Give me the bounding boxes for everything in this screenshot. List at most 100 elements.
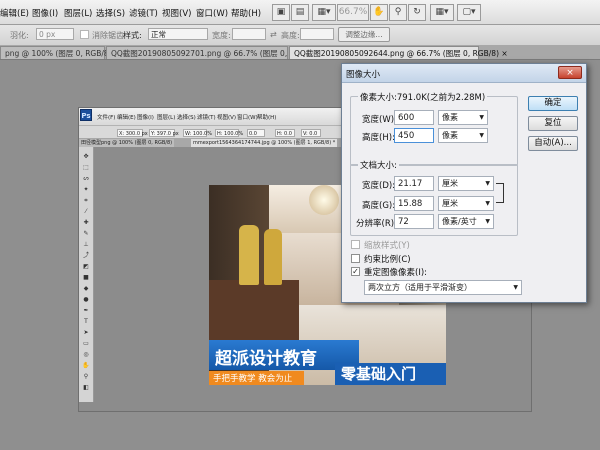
pixel-height-unit-select[interactable]: 像素 ▼ bbox=[438, 128, 488, 143]
pixel-width-input[interactable]: 600 bbox=[394, 110, 434, 125]
arrange-documents-icon[interactable]: ▦▾ bbox=[430, 4, 454, 21]
unit-label: 像素 bbox=[442, 131, 458, 140]
wand-tool-icon: ✦ bbox=[83, 186, 89, 193]
move-tool-icon: ✥ bbox=[83, 153, 89, 160]
height-label: 高度(H): bbox=[362, 133, 395, 143]
menu-edit[interactable]: 编辑(E) bbox=[0, 7, 29, 19]
feather-input[interactable]: 0 px bbox=[36, 28, 74, 40]
doc-width-unit-select[interactable]: 厘米 ▼ bbox=[438, 176, 494, 191]
inner-field: V: 0.0 bbox=[301, 129, 321, 137]
antialias-label: 消除锯齿 bbox=[92, 31, 124, 40]
inner-field: W: 100.0% bbox=[183, 129, 212, 137]
menu-filter[interactable]: 滤镜(T) bbox=[129, 7, 158, 19]
dialog-title: 图像大小 bbox=[346, 70, 381, 80]
crop-tool-icon: ⌗ bbox=[84, 197, 88, 204]
auto-button[interactable]: 自动(A)... bbox=[528, 136, 578, 151]
photo-lamp bbox=[309, 185, 339, 215]
inner-menu-item: 编辑(E) bbox=[117, 115, 136, 121]
tab-close-icon[interactable]: × bbox=[501, 49, 507, 58]
dialog-titlebar[interactable]: 图像大小 × bbox=[342, 64, 586, 83]
color-swatch-icon: ◧ bbox=[83, 384, 89, 391]
document-size-label: 文档大小: bbox=[358, 159, 399, 171]
antialias-checkbox[interactable] bbox=[80, 30, 89, 39]
swap-icon[interactable]: ⇄ bbox=[270, 30, 277, 39]
resample-checkbox[interactable]: ✓ bbox=[351, 267, 360, 276]
reset-button[interactable]: 复位 bbox=[528, 116, 578, 131]
view-extras-icon[interactable]: ▦▾ bbox=[312, 4, 336, 21]
inner-field: Y: 397.0 px bbox=[149, 129, 179, 137]
inner-tab: mmexport1564364174744.jpg @ 100% (图层 1, … bbox=[191, 139, 338, 147]
inner-menu-item: 图像(I) bbox=[137, 115, 154, 121]
doc-width-label: 宽度(D): bbox=[362, 181, 396, 191]
width-input[interactable] bbox=[232, 28, 266, 40]
history-brush-icon: ⤴ bbox=[82, 252, 89, 259]
pixel-height-input[interactable]: 450 bbox=[394, 128, 434, 143]
chain-link-icon bbox=[496, 183, 504, 203]
dropdown-arrow-icon: ▼ bbox=[479, 132, 484, 139]
inner-toolbox: ✥ ⬚ ᔕ ✦ ⌗ ⁄ ✚ ✎ ⊥ ⤴ ◩ ■ ◆ ● ✒ T ➤ ▭ ◎ ✋ … bbox=[79, 147, 94, 402]
dropdown-arrow-icon: ▼ bbox=[485, 200, 490, 207]
inner-menu-item: 图层(L) bbox=[157, 115, 176, 121]
constrain-proportions-checkbox[interactable] bbox=[351, 254, 360, 263]
inner-field: H: 0.0 bbox=[275, 129, 295, 137]
hand-icon[interactable]: ✋ bbox=[370, 4, 388, 21]
inner-field: 0.0 bbox=[247, 129, 265, 137]
tab-label: QQ截图20190805092701.png @ 66.7% (图层 0, RG… bbox=[111, 49, 316, 58]
menu-window[interactable]: 窗口(W) bbox=[196, 7, 228, 19]
menu-select[interactable]: 选择(S) bbox=[96, 7, 125, 19]
close-icon[interactable]: × bbox=[558, 66, 582, 79]
inner-menu-item: 帮助(H) bbox=[257, 115, 277, 121]
menu-image[interactable]: 图像(I) bbox=[32, 7, 58, 19]
inner-tab: 田径模型png @ 100% (图层 0, RGB/8) bbox=[79, 139, 175, 147]
scale-styles-checkbox[interactable] bbox=[351, 240, 360, 249]
doc-height-label: 高度(G): bbox=[362, 201, 396, 211]
tab-document-1[interactable]: png @ 100% (图层 0, RGB/8) × bbox=[0, 46, 120, 59]
zoom-tool-icon: ⚲ bbox=[83, 373, 89, 380]
screen-mode-icon[interactable]: ▢▾ bbox=[457, 4, 481, 21]
width-label: 宽度(W): bbox=[362, 115, 397, 125]
marquee-tool-icon: ⬚ bbox=[83, 164, 89, 171]
photo-robe bbox=[264, 229, 282, 285]
resample-label: 重定图像像素(I): bbox=[364, 268, 428, 278]
eraser-tool-icon: ◩ bbox=[83, 263, 89, 270]
rotate-icon[interactable]: ↻ bbox=[408, 4, 426, 21]
document-tab-bar: png @ 100% (图层 0, RGB/8) × QQ截图201908050… bbox=[0, 45, 600, 60]
options-bar: 羽化: 0 px 消除锯齿 样式: 正常 宽度: ⇄ 高度: 调整边缘... bbox=[0, 25, 600, 46]
menu-layer[interactable]: 图层(L) bbox=[64, 7, 92, 19]
menu-help[interactable]: 帮助(H) bbox=[231, 7, 261, 19]
blur-tool-icon: ◆ bbox=[83, 285, 89, 292]
inner-field: H: 100.0% bbox=[215, 129, 244, 137]
3d-tool-icon: ◎ bbox=[83, 351, 89, 358]
tab-label: QQ截图20190805092644.png @ 66.7% (图层 0, RG… bbox=[294, 49, 499, 58]
brush-tool-icon: ✎ bbox=[83, 230, 89, 237]
zoom-level-field[interactable]: 66.7% bbox=[337, 4, 369, 21]
resolution-input[interactable]: 72 bbox=[394, 214, 434, 229]
menu-view[interactable]: 视图(V) bbox=[162, 7, 191, 19]
stamp-tool-icon: ⊥ bbox=[83, 241, 89, 248]
lasso-tool-icon: ᔕ bbox=[83, 175, 89, 182]
resample-method-select[interactable]: 两次立方（适用于平滑渐变） ▼ bbox=[364, 280, 522, 295]
mini-bridge-icon[interactable]: ▤ bbox=[291, 4, 309, 21]
tab-document-2[interactable]: QQ截图20190805092701.png @ 66.7% (图层 0, RG… bbox=[106, 46, 325, 59]
resample-method-value: 两次立方（适用于平滑渐变） bbox=[368, 283, 472, 292]
zoom-icon[interactable]: ⚲ bbox=[389, 4, 407, 21]
menu-bar: 编辑(E) 图像(I) 图层(L) 选择(S) 滤镜(T) 视图(V) 窗口(W… bbox=[0, 0, 600, 25]
unit-label: 像素 bbox=[442, 113, 458, 122]
type-tool-icon: T bbox=[84, 318, 88, 325]
refine-edge-button[interactable]: 调整边缘... bbox=[338, 27, 390, 42]
height-input[interactable] bbox=[300, 28, 334, 40]
inner-menu-item: 文件(F) bbox=[97, 115, 116, 121]
eyedropper-tool-icon: ⁄ bbox=[85, 208, 87, 215]
ok-button[interactable]: 确定 bbox=[528, 96, 578, 111]
style-select[interactable]: 正常 bbox=[148, 28, 208, 40]
tab-document-3[interactable]: QQ截图20190805092644.png @ 66.7% (图层 0, RG… bbox=[289, 46, 508, 59]
doc-width-input[interactable]: 21.17 bbox=[394, 176, 434, 191]
banner-right-text: 零基础入门 bbox=[341, 365, 417, 383]
bridge-icon[interactable]: ▣ bbox=[272, 4, 290, 21]
doc-height-input[interactable]: 15.88 bbox=[394, 196, 434, 211]
pixel-dimensions-label: 像素大小:791.0K(之前为2.28M) bbox=[358, 91, 488, 103]
constrain-proportions-label: 约束比例(C) bbox=[364, 255, 411, 265]
pixel-width-unit-select[interactable]: 像素 ▼ bbox=[438, 110, 488, 125]
resolution-unit-select[interactable]: 像素/英寸 ▼ bbox=[438, 214, 494, 229]
doc-height-unit-select[interactable]: 厘米 ▼ bbox=[438, 196, 494, 211]
